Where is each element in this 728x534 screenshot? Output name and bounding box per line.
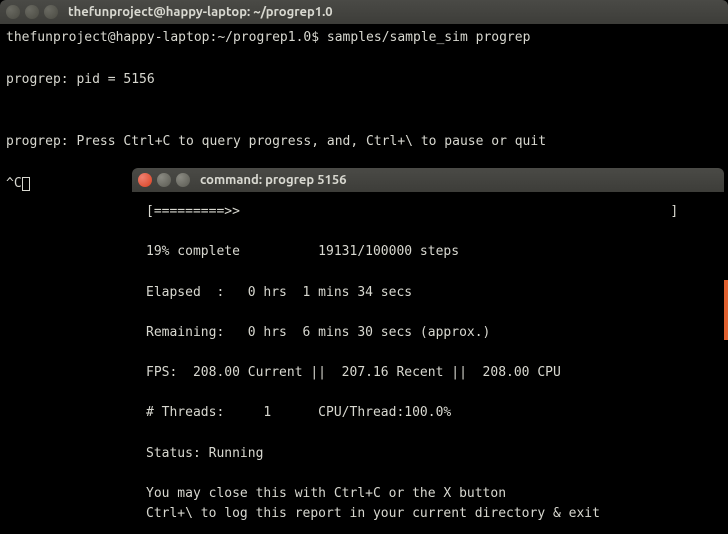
progress-bar: [=========>> ] <box>146 204 678 219</box>
progress-titlebar[interactable]: command: progrep 5156 <box>132 168 724 192</box>
cursor <box>22 177 30 191</box>
main-window-title: thefunproject@happy-laptop: ~/progrep1.0 <box>68 5 333 19</box>
progress-window-buttons <box>138 173 190 187</box>
close-icon[interactable] <box>6 5 20 19</box>
scrollbar-thumb[interactable] <box>724 280 728 340</box>
progress-window-title: command: progrep 5156 <box>200 173 347 187</box>
elapsed-line: Elapsed : 0 hrs 1 mins 34 secs <box>146 285 412 300</box>
maximize-icon[interactable] <box>176 173 190 187</box>
minimize-icon[interactable] <box>25 5 39 19</box>
minimize-icon[interactable] <box>157 173 171 187</box>
threads-line: # Threads: 1 CPU/Thread:100.0% <box>146 405 451 420</box>
main-window-buttons <box>6 5 58 19</box>
ctrlc-text: ^C <box>6 176 22 191</box>
close-icon[interactable] <box>138 173 152 187</box>
status-line: Status: Running <box>146 446 263 461</box>
close-hint-1: You may close this with Ctrl+C or the X … <box>146 486 506 501</box>
main-titlebar[interactable]: thefunproject@happy-laptop: ~/progrep1.0 <box>0 0 728 24</box>
fps-line: FPS: 208.00 Current || 207.16 Recent || … <box>146 365 561 380</box>
percent-complete-line: 19% complete 19131/100000 steps <box>146 244 459 259</box>
progress-terminal-body[interactable]: [=========>> ] 19% complete 19131/100000… <box>132 192 724 534</box>
remaining-line: Remaining: 0 hrs 6 mins 30 secs (approx.… <box>146 325 490 340</box>
prompt: thefunproject@happy-laptop:~/progrep1.0$ <box>6 30 327 45</box>
pid-line: progrep: pid = 5156 <box>6 72 155 87</box>
maximize-icon[interactable] <box>44 5 58 19</box>
progress-window: command: progrep 5156 [=========>> ] 19%… <box>132 168 724 516</box>
instructions-line: progrep: Press Ctrl+C to query progress,… <box>6 134 546 149</box>
command-text: samples/sample_sim progrep <box>327 30 531 45</box>
